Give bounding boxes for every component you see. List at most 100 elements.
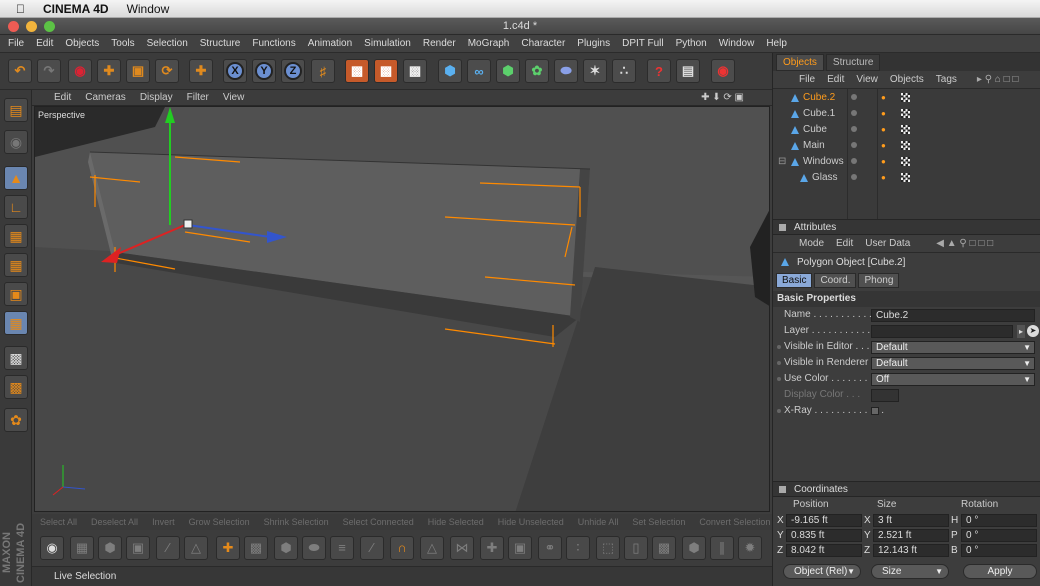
menu-character[interactable]: Character [521,38,565,49]
redo-button[interactable]: ↷ [37,59,61,83]
menu-plugins[interactable]: Plugins [577,38,610,49]
layer-pick-icon[interactable]: ➤ [1027,325,1039,337]
visible-in-editor-select[interactable]: Default ▼ [871,341,1035,354]
material-tag-icon[interactable] [901,157,910,166]
menu-python[interactable]: Python [676,38,707,49]
rot-h-field[interactable]: 0 ° [961,514,1037,527]
tool-button-24[interactable]: ∥ [710,536,734,560]
material-tag-icon[interactable] [901,173,910,182]
layer-arrow-icon[interactable]: ▸ [1017,325,1025,338]
points-mode-button[interactable]: ▲ [4,166,28,190]
minimize-window-icon[interactable] [26,21,37,32]
tab-objects[interactable]: Objects [776,54,824,71]
tweak-mode-button[interactable]: ▦ [4,311,28,335]
apple-icon[interactable]:  [16,2,25,16]
visibility-dot-icon[interactable] [851,126,857,132]
animation-dot-icon[interactable] [777,361,781,365]
help-button[interactable]: ? [647,59,671,83]
layer-field[interactable] [871,325,1013,338]
polygons-mode-button[interactable]: ▦ [4,224,28,248]
tool-button-9[interactable]: ⬢ [274,536,298,560]
material-tag-icon[interactable] [901,93,910,102]
render-picture-viewer-button[interactable]: ▩ [374,59,398,83]
pos-y-field[interactable]: 0.835 ft [786,529,862,542]
cmd-select-all[interactable]: Select All [40,517,77,527]
visibility-dot-icon[interactable] [851,174,857,180]
objects-menu-objects[interactable]: Objects [890,74,924,85]
undo-button[interactable]: ↶ [8,59,32,83]
pos-x-field[interactable]: -9.165 ft [786,514,862,527]
spline-button[interactable]: ∞ [467,59,491,83]
visible-in-renderer-select[interactable]: Default ▼ [871,357,1035,370]
size-x-field[interactable]: 3 ft [873,514,949,527]
tool-button-14[interactable]: △ [420,536,444,560]
menu-edit[interactable]: Edit [36,38,53,49]
cmd-invert[interactable]: Invert [152,517,175,527]
magnet-tool-button[interactable]: ∩ [390,536,414,560]
tool-button-18[interactable]: ⚭ [538,536,562,560]
model-mode-button[interactable]: ▤ [4,98,28,122]
phong-tag-icon[interactable]: ● [881,174,889,182]
animation-dot-icon[interactable] [777,409,781,413]
tool-button-11[interactable]: ≡ [330,536,354,560]
perspective-viewport[interactable]: Perspective [34,106,770,512]
animation-dot-icon[interactable] [777,377,781,381]
apply-button[interactable]: Apply [963,564,1037,579]
tool-button-12[interactable]: ∕ [360,536,384,560]
knife-tool-button[interactable]: ∕ [156,536,180,560]
live-selection-button[interactable]: ◉ [68,59,92,83]
edges-mode-button[interactable]: ∟ [4,195,28,219]
phong-tag-icon[interactable]: ● [881,126,889,134]
tool-button-25[interactable]: ✹ [738,536,762,560]
phong-tag-icon[interactable]: ● [881,158,889,166]
material-tag-icon[interactable] [901,109,910,118]
menu-dpit-full[interactable]: DPIT Full [622,38,664,49]
attributes-nav-icons[interactable]: ◀ ▲ ⚲ □ □ □ [936,238,993,249]
workplane-lock-button[interactable]: ▩ [4,375,28,399]
web-button[interactable]: ◉ [711,59,735,83]
cmd-grow-selection[interactable]: Grow Selection [189,517,250,527]
rotate-tool-button[interactable]: ⟳ [155,59,179,83]
axis-mode-button[interactable]: ▣ [4,282,28,306]
timeline-button[interactable]: ▤ [676,59,700,83]
particles-button[interactable]: ∴ [612,59,636,83]
phong-tag-icon[interactable]: ● [881,142,889,150]
tool-button-10[interactable]: ⬬ [302,536,326,560]
cmd-shrink-selection[interactable]: Shrink Selection [264,517,329,527]
object-row-cube[interactable]: Cube ● [773,122,1039,138]
workplane-button[interactable]: ▦ [4,253,28,277]
cmd-deselect-all[interactable]: Deselect All [91,517,138,527]
tab-phong[interactable]: Phong [858,272,900,288]
menu-tools[interactable]: Tools [111,38,134,49]
viewport-menu-cameras[interactable]: Cameras [85,92,126,103]
tool-button-2[interactable]: ▦ [70,536,94,560]
coord-mode-select[interactable]: Object (Rel) ▼ [783,564,861,579]
visibility-dot-icon[interactable] [851,110,857,116]
objects-menu-edit[interactable]: Edit [827,74,844,85]
tool-button-16[interactable]: ✚ [480,536,504,560]
coordinate-system-button[interactable]: ♯ [311,59,335,83]
object-row-cube-2[interactable]: Cube.2 ● [773,90,1039,106]
tool-button-22[interactable]: ▩ [652,536,676,560]
material-tag-icon[interactable] [901,125,910,134]
move-tool-button[interactable]: ✚ [97,59,121,83]
rot-p-field[interactable]: 0 ° [961,529,1037,542]
viewport-menu-view[interactable]: View [223,92,245,103]
phong-tag-icon[interactable]: ● [881,110,889,118]
zoom-window-icon[interactable] [44,21,55,32]
tool-button-8[interactable]: ▩ [244,536,268,560]
objects-menu-file[interactable]: File [799,74,815,85]
tab-coord[interactable]: Coord. [814,272,857,288]
menu-objects[interactable]: Objects [65,38,99,49]
z-axis-button[interactable]: Z [281,59,305,83]
texture-mode-button[interactable]: ◉ [4,130,28,154]
material-tag-icon[interactable] [901,141,910,150]
cmd-hide-selected[interactable]: Hide Selected [428,517,484,527]
live-selection-tool-button[interactable]: ◉ [40,536,64,560]
render-settings-button[interactable]: ▩ [403,59,427,83]
viewport-menu-edit[interactable]: Edit [54,92,71,103]
window-menu[interactable]: Window [127,2,170,16]
pos-z-field[interactable]: 8.042 ft [786,544,862,557]
cmd-convert-selection[interactable]: Convert Selection [699,517,770,527]
size-y-field[interactable]: 2.521 ft [873,529,949,542]
